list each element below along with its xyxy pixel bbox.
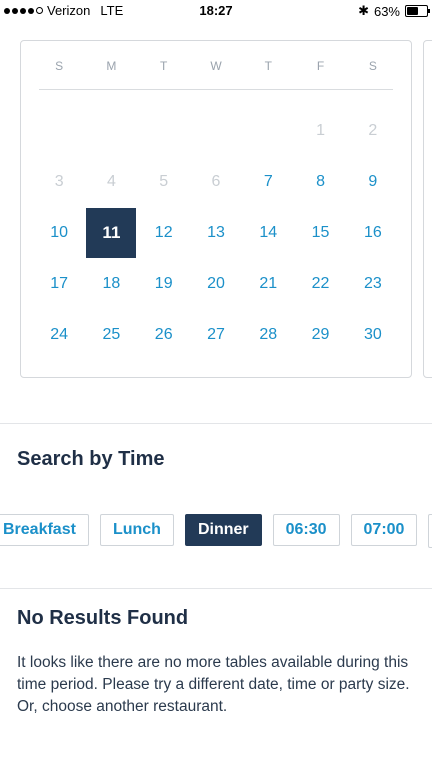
calendar-day-number: 21 [259, 274, 278, 292]
calendar-day-number: 17 [50, 274, 69, 292]
calendar-day[interactable]: 15 [294, 207, 346, 258]
time-option-07-00-button[interactable]: 07:00 [350, 514, 418, 546]
calendar-day[interactable]: 19 [138, 258, 190, 309]
calendar-day-number: 22 [311, 274, 330, 292]
calendar-day-number: 28 [259, 325, 278, 343]
time-option-breakfast-button[interactable]: Breakfast [0, 514, 89, 546]
calendar-day-number: 9 [368, 172, 378, 190]
calendar-day-number: 6 [211, 172, 221, 190]
weekday-header-row: SMTWTFS [33, 56, 399, 76]
bluetooth-icon: ✱ [358, 3, 369, 18]
section-divider [0, 588, 432, 589]
calendar-day[interactable]: 10 [33, 207, 85, 258]
calendar-day[interactable]: 21 [242, 258, 294, 309]
calendar-day[interactable]: 27 [190, 309, 242, 360]
next-month-card[interactable] [423, 40, 432, 378]
calendar-day-number: 3 [54, 172, 64, 190]
calendar-day[interactable]: 29 [294, 309, 346, 360]
status-bar: Verizon LTE 18:27 ✱ 63% [0, 0, 432, 22]
calendar-day-number: 24 [50, 325, 69, 343]
calendar-day-number: 16 [363, 223, 382, 241]
calendar-day[interactable]: 26 [138, 309, 190, 360]
calendar-day[interactable]: 17 [33, 258, 85, 309]
calendar-empty-cell [190, 105, 242, 156]
calendar-day-number: 27 [207, 325, 225, 343]
calendar-day[interactable]: 20 [190, 258, 242, 309]
calendar-empty-cell [85, 105, 137, 156]
calendar-day[interactable]: 18 [85, 258, 137, 309]
calendar-day: 6 [190, 156, 242, 207]
calendar-empty-cell [242, 105, 294, 156]
calendar-day-number: 15 [311, 223, 330, 241]
calendar-day[interactable]: 12 [138, 207, 190, 258]
weekday-label: T [264, 59, 272, 73]
calendar-day[interactable]: 9 [347, 156, 399, 207]
calendar-day: 3 [33, 156, 85, 207]
calendar-day-number: 11 [86, 207, 137, 258]
calendar-day[interactable]: 8 [294, 156, 346, 207]
calendar-day[interactable]: 23 [347, 258, 399, 309]
calendar-empty-cell [33, 105, 85, 156]
calendar-day-number: 26 [154, 325, 173, 343]
section-divider [0, 423, 432, 424]
calendar-day-number: 25 [102, 325, 121, 343]
weekday-label: T [160, 59, 168, 73]
calendar-day-number: 1 [316, 121, 326, 139]
calendar-day-number: 14 [259, 223, 278, 241]
no-results-message: It looks like there are no more tables a… [17, 654, 410, 715]
calendar-day-number: 30 [363, 325, 382, 343]
no-results-title: No Results Found [17, 607, 189, 629]
time-option-next-button[interactable] [428, 514, 432, 548]
calendar-day[interactable]: 25 [85, 309, 137, 360]
calendar-day-number: 29 [311, 325, 330, 343]
calendar-day-number: 5 [159, 172, 169, 190]
calendar-day-number: 4 [106, 172, 116, 190]
search-by-time-title: Search by Time [17, 448, 165, 470]
calendar-day[interactable]: 7 [242, 156, 294, 207]
battery-icon [405, 5, 430, 17]
calendar-day: 1 [294, 105, 346, 156]
calendar-day-number: 12 [154, 223, 173, 241]
time-option-06-30-button[interactable]: 06:30 [272, 514, 340, 546]
calendar-day-number: 19 [154, 274, 173, 292]
calendar-day[interactable]: 22 [294, 258, 346, 309]
calendar-day[interactable]: 28 [242, 309, 294, 360]
calendar-day: 2 [347, 105, 399, 156]
calendar-day-number: 7 [263, 172, 273, 190]
calendar-divider [39, 89, 393, 90]
calendar-empty-cell [138, 105, 190, 156]
calendar-day[interactable]: 16 [347, 207, 399, 258]
weekday-label: F [316, 59, 325, 73]
calendar-day[interactable]: 30 [347, 309, 399, 360]
calendar-day-number: 23 [363, 274, 382, 292]
weekday-label: S [55, 59, 64, 73]
calendar-day-number: 2 [368, 121, 378, 139]
calendar-day[interactable]: 24 [33, 309, 85, 360]
calendar-day-number: 13 [207, 223, 225, 241]
calendar-day-number: 18 [102, 274, 121, 292]
calendar-month-card: SMTWTFS 1 2 3 4 5 6 7 8 9 10 11 12 13 14 15 16 17 18 19 20 2… [20, 40, 412, 378]
battery-percent: 63% [373, 3, 400, 19]
weekday-label: W [210, 59, 222, 73]
calendar-day[interactable]: 13 [190, 207, 242, 258]
time-option-lunch-button[interactable]: Lunch [99, 514, 174, 546]
status-right: ✱ 63% [358, 3, 430, 19]
time-option-dinner-button[interactable]: Dinner [184, 514, 262, 546]
calendar-day-number: 20 [207, 274, 225, 292]
weekday-label: S [368, 59, 377, 73]
calendar-day-number: 8 [316, 172, 326, 190]
weekday-label: M [106, 59, 117, 73]
calendar-day[interactable]: 14 [242, 207, 294, 258]
calendar-day-selected[interactable]: 11 [85, 207, 137, 258]
calendar-day-number: 10 [50, 223, 69, 241]
calendar-day-grid: 1 2 3 4 5 6 7 8 9 10 11 12 13 14 15 16 17 18 19 20 21 22 23 24 2… [33, 105, 399, 360]
calendar-day: 4 [85, 156, 137, 207]
time-options-row: Breakfast Lunch Dinner 06:30 07:00 [0, 514, 432, 548]
calendar-day: 5 [138, 156, 190, 207]
